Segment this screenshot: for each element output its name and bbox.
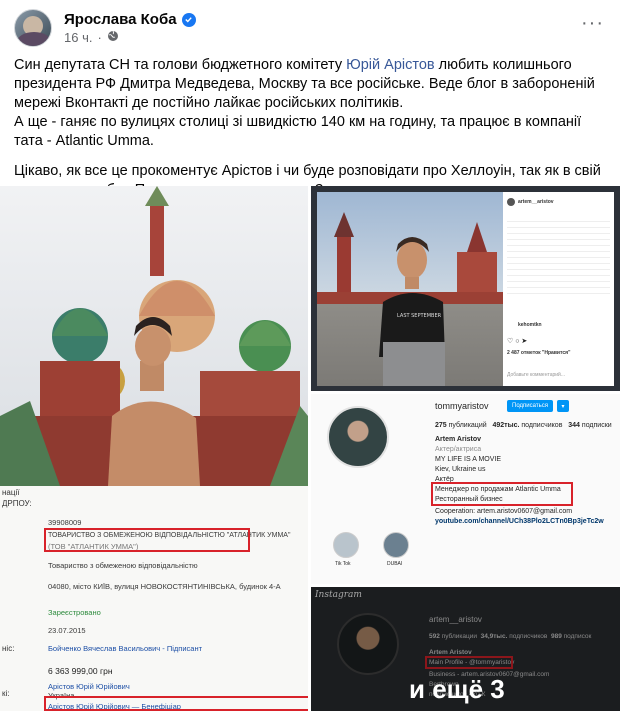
post-header-text: Ярослава Коба 16 ч. · — [64, 11, 196, 45]
profile-bio-2: Kiev, Ukraine us — [435, 466, 486, 473]
profile-job: Актер/актриса — [435, 446, 482, 453]
cathedral-illustration — [0, 186, 308, 486]
follow-button[interactable]: Подписаться — [507, 400, 553, 412]
insta-comment-input[interactable]: Добавьте комментарий... — [507, 372, 565, 378]
profile-bio-1: MY LIFE IS A MOVIE — [435, 456, 502, 463]
highlight-dubai[interactable] — [383, 532, 409, 558]
following-count[interactable]: 344 — [568, 422, 580, 429]
gallery-photo-1[interactable]: нації ДРПОУ: 39908009 ТОВАРИСТВО З ОБМЕЖ… — [0, 186, 308, 711]
insta-post-panel: artem__aristov kehomtkn ♡ ○ ➤ 2 487 отме… — [503, 192, 614, 386]
doc-date: 23.07.2015 — [48, 626, 86, 635]
gallery-photo-4[interactable]: Instagram artem__aristov 592 публикации … — [311, 587, 620, 711]
author-row: Ярослава Коба — [64, 11, 196, 28]
followers-count[interactable]: 492тыс. — [492, 422, 519, 429]
gallery-photo-3[interactable]: tommyaristov Подписаться ▾ 275 публикаци… — [311, 394, 620, 584]
profile-avatar[interactable] — [327, 406, 389, 468]
doc-label-ki: кі: — [2, 689, 10, 698]
doc-code: 39908009 — [48, 518, 82, 527]
posts-count: 275 — [435, 422, 447, 429]
more-options-icon[interactable]: ··· — [581, 12, 604, 35]
post-paragraph-1: Син депутата СН та голови бюджетного ком… — [14, 56, 612, 113]
insta-handle[interactable]: artem__aristov — [518, 199, 554, 205]
profile-name: Artem Aristov — [435, 436, 482, 443]
profile-username[interactable]: tommyaristov — [435, 401, 489, 411]
highlight-tiktok[interactable] — [333, 532, 359, 558]
post-time[interactable]: 16 ч. — [64, 30, 92, 45]
insta-commenter[interactable]: kehomtkn — [518, 322, 542, 328]
highlight-tiktok-label: Tik Tok — [335, 561, 351, 567]
post-meta: 16 ч. · — [64, 30, 196, 45]
post-header: Ярослава Коба 16 ч. · — [14, 8, 196, 48]
gallery-photo-2[interactable]: LAST SEPTEMBER artem__aristov kehomtkn ♡… — [311, 186, 620, 391]
meta-separator: · — [97, 30, 102, 45]
doc-address: 04080, місто КИЇВ, вулиця НОВОКОСТЯНТИНІ… — [48, 582, 281, 591]
post-paragraph-2: А ще - ганяє по вулицях столиці зі швидк… — [14, 114, 582, 149]
highlight-beneficiary — [44, 696, 308, 711]
photo-gallery: нації ДРПОУ: 39908009 ТОВАРИСТВО З ОБМЕЖ… — [0, 186, 620, 711]
doc-label-top: нації — [2, 488, 20, 497]
kremlin-scene: LAST SEPTEMBER — [317, 212, 503, 386]
followers-label: подписчиков — [521, 422, 563, 429]
public-globe-icon[interactable] — [107, 30, 119, 45]
red-square-photo: LAST SEPTEMBER — [317, 192, 503, 386]
following-label: подписки — [581, 422, 612, 429]
follow-dropdown-icon[interactable]: ▾ — [557, 400, 569, 412]
profile-stats: 275 публикаций 492тыс. подписчиков 344 п… — [435, 422, 612, 429]
highlight-company-name — [44, 528, 250, 552]
doc-owner-1[interactable]: Арістов Юрій Юрійович — [48, 682, 130, 691]
highlight-atlantic-umma — [431, 482, 573, 506]
author-avatar[interactable] — [14, 9, 52, 47]
shirt-text: LAST SEPTEMBER — [397, 313, 442, 319]
doc-capital: 6 363 999,00 грн — [48, 666, 113, 676]
more-photos-overlay[interactable]: и ещё 3 — [409, 674, 505, 705]
profile-link[interactable]: youtube.com/channel/UCh38Plo2LCTn0Bp3jeT… — [435, 518, 604, 525]
mention-link[interactable]: Юрій Арістов — [346, 57, 435, 73]
insta-likes: 2 487 отметок "Нравится" — [507, 350, 571, 356]
doc-label-edrpou: ДРПОУ: — [2, 499, 32, 508]
doc-label-ce: ніс: — [2, 644, 15, 653]
insta-action-icons[interactable]: ♡ ○ ➤ — [507, 337, 527, 345]
posts-label: публикаций — [448, 422, 487, 429]
doc-director[interactable]: Бойченко Вячеслав Васильович - Підписант — [48, 644, 202, 653]
highlight-dubai-label: DUBAI — [387, 561, 403, 567]
author-name[interactable]: Ярослава Коба — [64, 11, 177, 28]
paragraph-1-start: Син депутата СН та голови бюджетного ком… — [14, 57, 347, 73]
company-registry-document: нації ДРПОУ: 39908009 ТОВАРИСТВО З ОБМЕЖ… — [0, 486, 308, 711]
profile-bio-6: Cooperation: artem.aristov0607@gmail.com — [435, 508, 573, 515]
doc-registered: Зареєстровано — [48, 608, 101, 617]
verified-badge-icon — [181, 12, 196, 27]
doc-name-lower: Товариство з обмеженою відповідальністю — [48, 561, 198, 570]
insta-caption — [507, 216, 610, 296]
